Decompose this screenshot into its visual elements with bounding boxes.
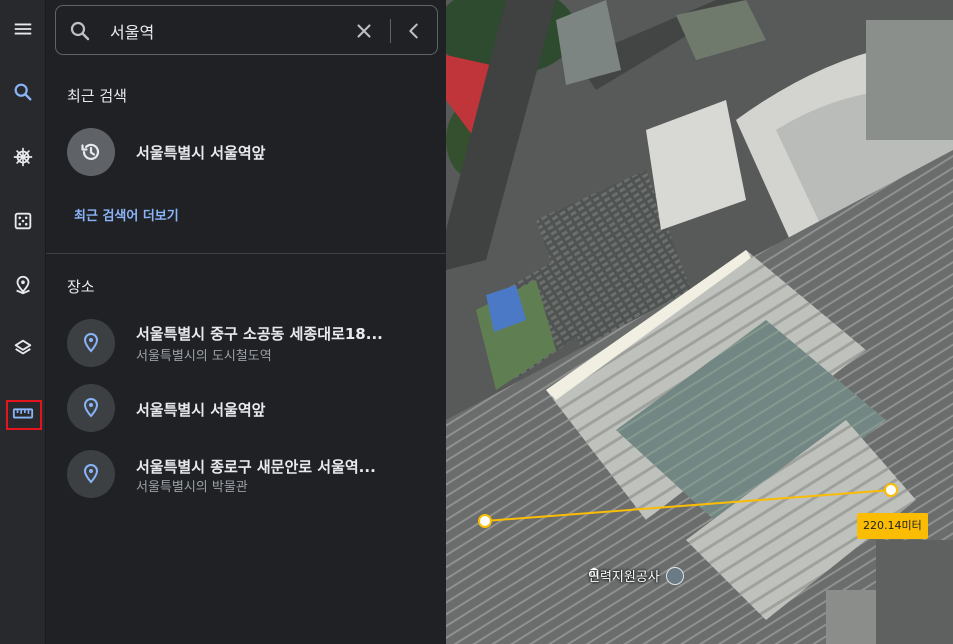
menu-button[interactable]: [4, 10, 42, 48]
landmark-icon: [589, 566, 684, 585]
satellite-imagery: [446, 0, 953, 644]
satellite-map-view[interactable]: 220.14미터 인력지원공사: [446, 0, 953, 644]
place-icon-circle: [67, 384, 115, 432]
history-icon-circle: [67, 128, 115, 176]
place-result-title: 서울특별시 종로구 새문안로 서울역...: [136, 458, 376, 476]
place-pin-icon: [83, 332, 99, 353]
voyager-icon: [13, 147, 33, 167]
menu-icon: [14, 23, 32, 35]
map-style-button[interactable]: [4, 329, 42, 367]
place-result-title: 서울특별시 서울역앞: [136, 401, 266, 419]
close-icon: [357, 24, 371, 38]
place-icon-circle: [67, 450, 115, 498]
measure-button[interactable]: [4, 394, 42, 432]
chevron-left-icon: [409, 23, 418, 39]
place-result-title: 서울특별시 중구 소공동 세종대로18...: [136, 325, 383, 343]
map-style-icon: [14, 339, 32, 355]
history-icon: [81, 143, 100, 160]
projects-button[interactable]: [4, 266, 42, 304]
map-poi-label[interactable]: 인력지원공사: [588, 566, 684, 585]
recent-search-heading: 최근 검색: [67, 87, 127, 105]
search-icon: [14, 83, 32, 101]
place-icon-circle: [67, 319, 115, 367]
recent-search-title: 서울특별시 서울역앞: [136, 144, 266, 162]
place-result-item[interactable]: 서울특별시 서울역앞: [67, 382, 437, 432]
feeling-lucky-icon: [14, 212, 32, 230]
measure-ruler-icon: [12, 408, 34, 419]
feeling-lucky-button[interactable]: [4, 202, 42, 240]
place-pin-icon: [83, 397, 99, 418]
search-input[interactable]: [110, 18, 340, 44]
place-result-item[interactable]: 서울특별시 중구 소공동 세종대로18... 서울특별시의 도시철도역: [67, 317, 437, 367]
collapse-panel-button[interactable]: [402, 19, 426, 43]
places-heading: 장소: [67, 278, 95, 296]
more-recent-searches-link[interactable]: 최근 검색어 더보기: [74, 205, 179, 224]
place-pin-icon: [83, 463, 99, 484]
search-divider: [390, 19, 391, 43]
measurement-point-end[interactable]: [884, 483, 898, 497]
section-divider: [46, 253, 446, 254]
recent-search-item[interactable]: 서울특별시 서울역앞: [67, 126, 437, 176]
voyager-button[interactable]: [4, 138, 42, 176]
search-icon: [70, 21, 90, 41]
projects-icon: [16, 275, 30, 295]
search-panel: 최근 검색 서울특별시 서울역앞 최근 검색어 더보기 장소 서울특별시 중구 …: [46, 0, 446, 644]
search-box: [55, 5, 438, 55]
left-rail: [0, 0, 46, 644]
place-result-subtitle: 서울특별시의 박물관: [136, 480, 248, 495]
place-result-item[interactable]: 서울특별시 종로구 새문안로 서울역... 서울특별시의 박물관: [67, 448, 437, 498]
measurement-point-start[interactable]: [478, 514, 492, 528]
place-result-subtitle: 서울특별시의 도시철도역: [136, 349, 272, 364]
rail-search-button[interactable]: [4, 73, 42, 111]
clear-search-button[interactable]: [352, 19, 376, 43]
google-earth-app: 최근 검색 서울특별시 서울역앞 최근 검색어 더보기 장소 서울특별시 중구 …: [0, 0, 953, 644]
measurement-distance-label: 220.14미터: [857, 513, 928, 539]
